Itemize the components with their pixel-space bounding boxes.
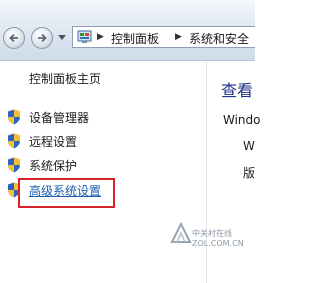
control-panel-icon (77, 30, 92, 43)
task-label: 远程设置 (29, 135, 78, 149)
address-bar[interactable]: ▶ 控制面板 ▶ 系统和安全 (72, 26, 255, 48)
navigation-bar: ▶ 控制面板 ▶ 系统和安全 (0, 0, 255, 61)
task-device-manager[interactable]: 设备管理器 (7, 108, 197, 128)
recent-pages-dropdown-icon[interactable] (58, 35, 66, 41)
pane-divider (206, 61, 207, 283)
arrow-right-icon (38, 33, 47, 43)
breadcrumb-system-security[interactable]: 系统和安全 (189, 30, 249, 47)
uac-shield-icon (8, 157, 20, 173)
uac-shield-icon (8, 133, 20, 149)
control-panel-home-link[interactable]: 控制面板主页 (29, 70, 101, 87)
page-heading: 查看 (221, 81, 254, 100)
uac-shield-icon (8, 109, 20, 125)
highlight-box (18, 178, 115, 208)
breadcrumb-separator[interactable]: ▶ (97, 32, 104, 42)
breadcrumb-control-panel[interactable]: 控制面板 (111, 30, 159, 47)
zol-logo-icon (170, 222, 192, 243)
back-button[interactable] (3, 27, 25, 49)
task-pane: 控制面板主页 设备管理器 远程设置 系统保护 高级系统设置 (0, 61, 206, 283)
arrow-left-icon (9, 33, 18, 43)
task-label: 设备管理器 (29, 111, 90, 125)
edition-detail-text: W (243, 139, 255, 153)
task-remote-settings[interactable]: 远程设置 (7, 132, 197, 152)
task-system-protection[interactable]: 系统保护 (7, 156, 197, 176)
forward-button[interactable] (31, 27, 53, 49)
windows-edition-text: Windo (223, 113, 261, 127)
version-text: 版 (243, 166, 256, 180)
breadcrumb-separator[interactable]: ▶ (175, 32, 182, 42)
watermark-text: 中关村在线 (192, 229, 232, 238)
task-label: 系统保护 (29, 159, 78, 173)
watermark-url: ZOL.COM.CN (192, 239, 244, 248)
